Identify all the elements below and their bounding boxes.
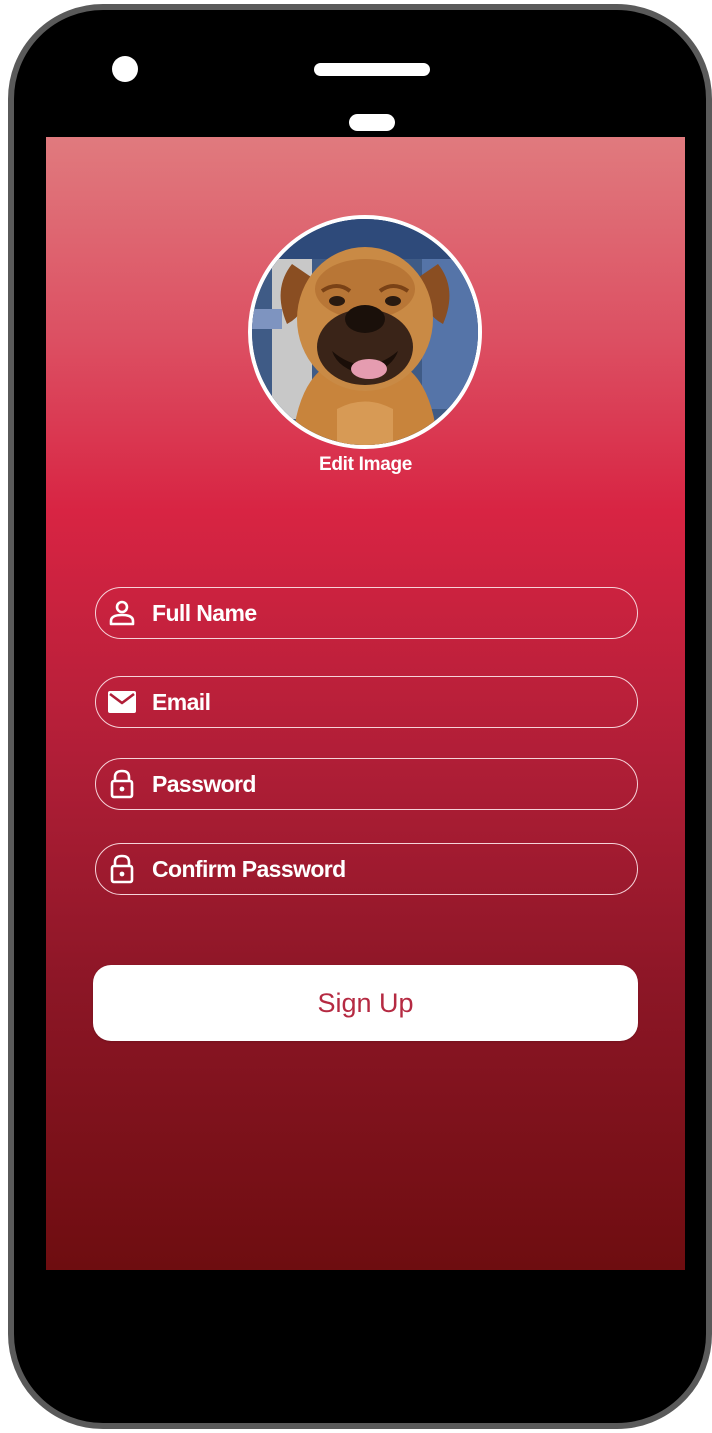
password-placeholder: Password <box>152 770 256 797</box>
full-name-field[interactable]: Full Name <box>95 587 638 639</box>
confirm-password-placeholder: Confirm Password <box>152 855 346 882</box>
email-placeholder: Email <box>152 688 211 715</box>
lock-icon <box>108 769 136 799</box>
sign-up-button[interactable]: Sign Up <box>93 965 638 1041</box>
mail-icon <box>108 688 136 716</box>
avatar[interactable] <box>248 215 482 449</box>
password-field[interactable]: Password <box>95 758 638 810</box>
proximity-sensor <box>349 114 395 131</box>
confirm-password-field[interactable]: Confirm Password <box>95 843 638 895</box>
front-camera <box>112 56 138 82</box>
lock-icon <box>108 854 136 884</box>
earpiece-speaker <box>314 63 430 76</box>
person-icon <box>108 599 136 627</box>
full-name-placeholder: Full Name <box>152 599 257 626</box>
dog-photo <box>252 219 478 445</box>
email-field[interactable]: Email <box>95 676 638 728</box>
signup-screen: Edit Image Full Name Email Password Conf… <box>46 137 685 1270</box>
edit-image-link[interactable]: Edit Image <box>46 454 685 476</box>
